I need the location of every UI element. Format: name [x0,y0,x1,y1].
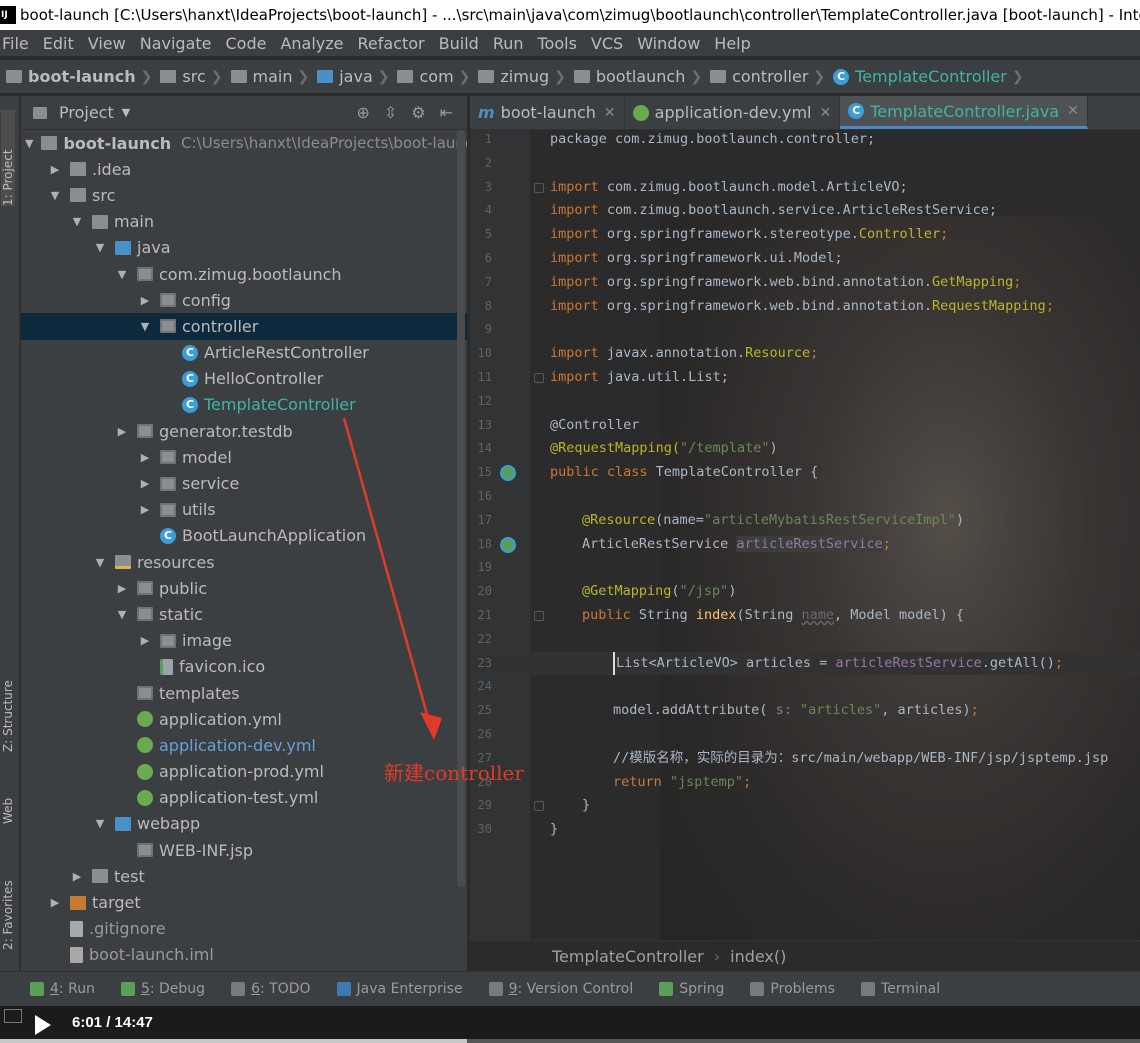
annotation-arrow [342,417,442,740]
annotation-arrow-head [420,712,442,740]
annotation-text: 新建controller [384,761,524,785]
annotation-arrow-line [342,417,432,726]
